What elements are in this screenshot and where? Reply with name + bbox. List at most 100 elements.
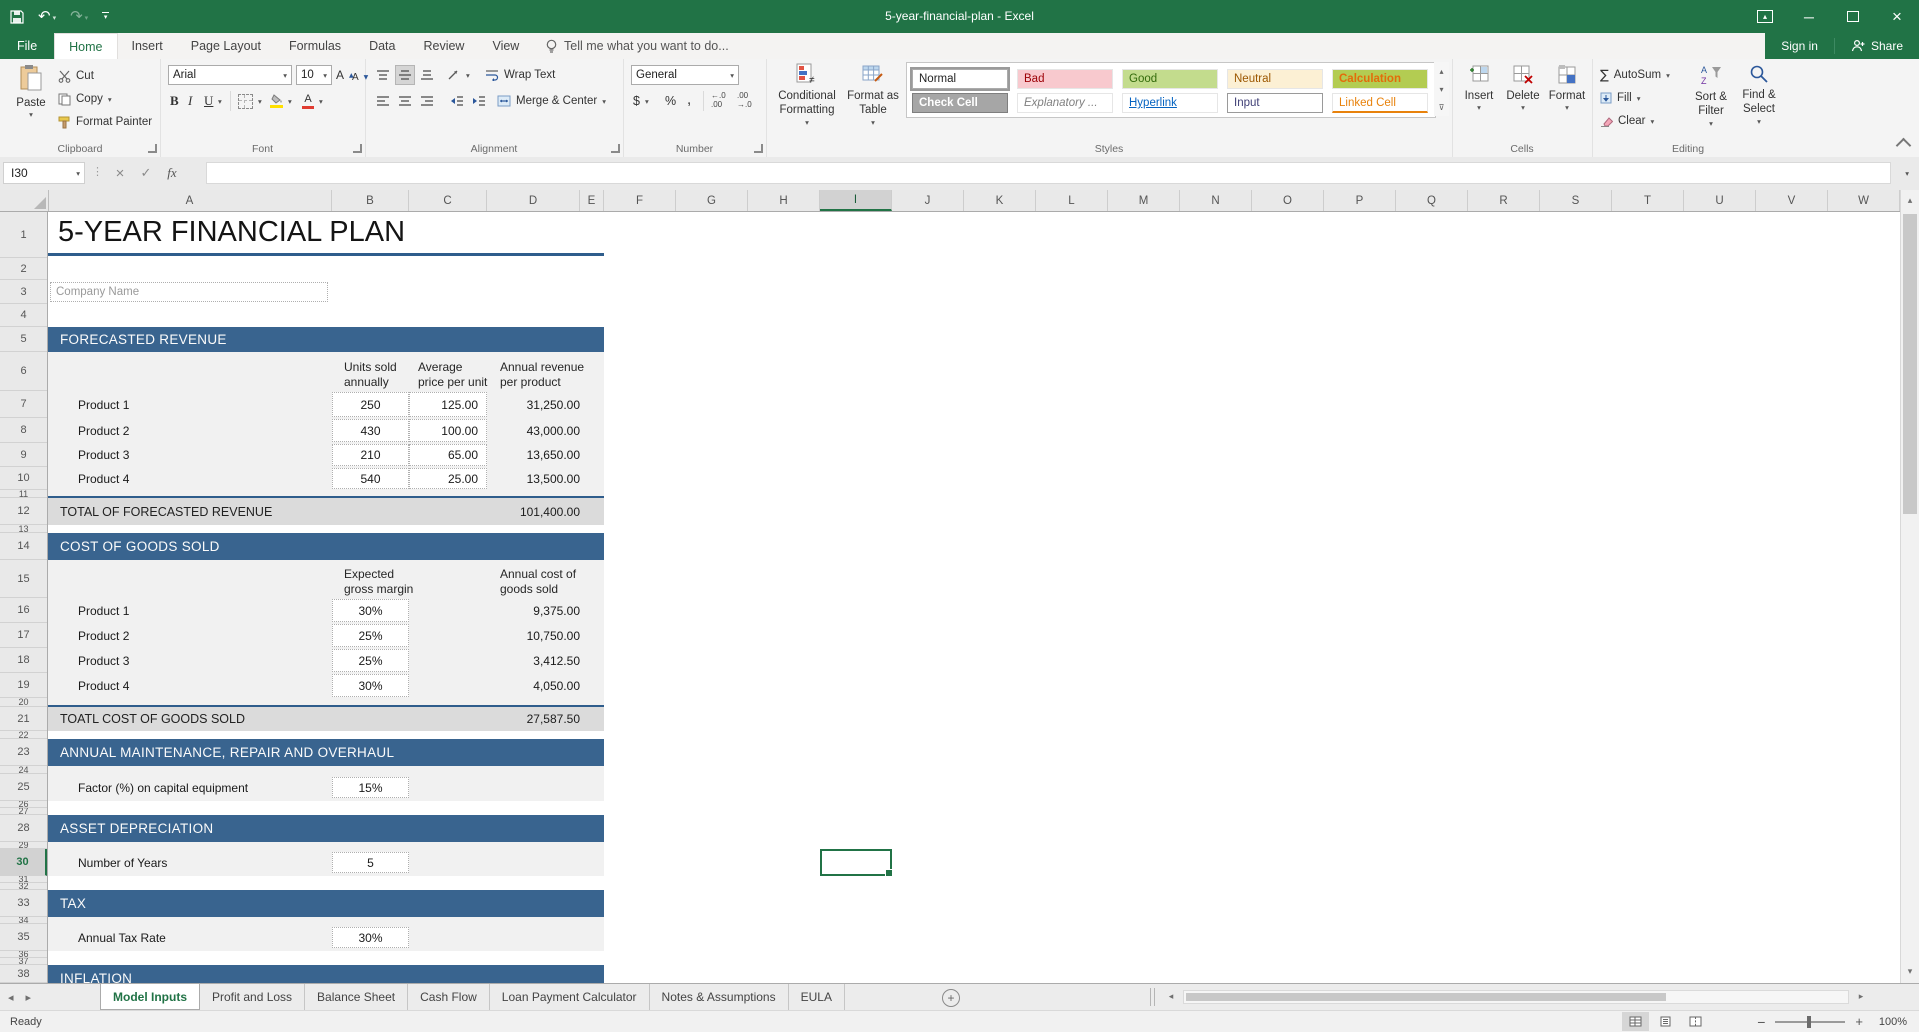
gallery-scroll-down-icon[interactable]: ▾	[1434, 80, 1449, 99]
cell-units-input[interactable]: 430	[332, 419, 409, 442]
minimize-icon[interactable]: ─	[1787, 0, 1831, 33]
row-header-20[interactable]: 20	[0, 698, 47, 707]
column-header-E[interactable]: E	[580, 190, 604, 211]
row-header-38[interactable]: 38	[0, 965, 47, 983]
sheet-tab-profit-and-loss[interactable]: Profit and Loss	[200, 984, 305, 1010]
row-header-31[interactable]: 31	[0, 876, 47, 883]
copy-caret-icon[interactable]: ▾	[108, 95, 112, 104]
view-normal-icon[interactable]	[1622, 1012, 1649, 1031]
column-header-D[interactable]: D	[487, 190, 580, 211]
fill-button[interactable]: Fill▾	[1600, 88, 1640, 108]
row-header-34[interactable]: 34	[0, 917, 47, 924]
cut-button[interactable]: Cut	[58, 66, 94, 86]
insert-function-icon[interactable]: fx	[160, 162, 184, 184]
column-header-A[interactable]: A	[48, 190, 332, 211]
copy-button[interactable]: Copy▾	[58, 89, 112, 109]
tab-formulas[interactable]: Formulas	[275, 33, 355, 59]
style-explanatory-[interactable]: Explanatory ...	[1017, 93, 1113, 113]
delete-cells-button[interactable]: Delete▾	[1502, 65, 1544, 112]
borders-icon[interactable]: ▾	[238, 91, 262, 111]
orientation-icon[interactable]: ▾	[447, 65, 470, 85]
horizontal-scrollbar[interactable]: ◂ ▸	[1163, 984, 1919, 1010]
zoom-slider-handle[interactable]	[1807, 1016, 1811, 1028]
sort-filter-button[interactable]: AZ Sort & Filter▾	[1688, 64, 1734, 128]
close-icon[interactable]: ×	[1875, 0, 1919, 33]
font-color-caret-icon[interactable]: ▾	[319, 97, 323, 106]
tab-review[interactable]: Review	[409, 33, 478, 59]
grow-font-icon[interactable]: A▲	[336, 65, 354, 85]
sort-caret-icon[interactable]: ▾	[1709, 119, 1713, 128]
align-center-icon[interactable]	[395, 91, 415, 111]
clipboard-dialog-launcher-icon[interactable]	[148, 144, 157, 153]
merge-caret-icon[interactable]: ▾	[602, 97, 606, 106]
gallery-scroll-up-icon[interactable]: ▴	[1434, 62, 1449, 81]
tab-file[interactable]: File	[0, 33, 54, 59]
hscroll-right-icon[interactable]: ▸	[1853, 990, 1869, 1004]
row-header-10[interactable]: 10	[0, 467, 47, 490]
ribbon-display-options-icon[interactable]: ▴	[1743, 0, 1787, 33]
find-caret-icon[interactable]: ▾	[1757, 117, 1761, 126]
style-bad[interactable]: Bad	[1017, 69, 1113, 89]
underline-caret-icon[interactable]: ▾	[218, 97, 222, 106]
tab-home[interactable]: Home	[54, 33, 117, 59]
row-header-5[interactable]: 5	[0, 327, 47, 352]
sheet-nav-left-icon[interactable]: ◂	[8, 991, 14, 1004]
row-header-1[interactable]: 1	[0, 212, 47, 258]
style-linked-cell[interactable]: Linked Cell	[1332, 93, 1428, 113]
cell-margin-input[interactable]: 25%	[332, 624, 409, 647]
column-header-F[interactable]: F	[604, 190, 676, 211]
row-header-25[interactable]: 25	[0, 774, 47, 801]
maintenance-factor-input[interactable]: 15%	[332, 777, 409, 798]
decrease-decimal-icon[interactable]: .00→.0	[737, 91, 752, 111]
row-header-29[interactable]: 29	[0, 842, 47, 849]
format-as-table-button[interactable]: Format as Table▾	[844, 63, 902, 127]
row-header-2[interactable]: 2	[0, 258, 47, 280]
share-button[interactable]: Share	[1835, 33, 1919, 59]
row-header-18[interactable]: 18	[0, 648, 47, 673]
number-format-select[interactable]: General▾	[631, 65, 739, 85]
fill-handle[interactable]	[885, 869, 893, 877]
style-check-cell[interactable]: Check Cell	[912, 93, 1008, 113]
row-header-33[interactable]: 33	[0, 890, 47, 917]
row-header-14[interactable]: 14	[0, 533, 47, 560]
row-header-11[interactable]: 11	[0, 490, 47, 498]
row-header-16[interactable]: 16	[0, 598, 47, 623]
paste-caret-icon[interactable]: ▾	[29, 110, 33, 119]
style-hyperlink[interactable]: Hyperlink	[1122, 93, 1218, 113]
row-header-28[interactable]: 28	[0, 815, 47, 842]
font-dialog-launcher-icon[interactable]	[353, 144, 362, 153]
zoom-in-icon[interactable]: +	[1855, 1014, 1863, 1029]
zoom-out-icon[interactable]: −	[1757, 1014, 1765, 1030]
underline-button[interactable]: U	[204, 91, 213, 111]
bold-button[interactable]: B	[170, 91, 179, 111]
row-header-22[interactable]: 22	[0, 731, 47, 739]
row-header-23[interactable]: 23	[0, 739, 47, 766]
company-name-input[interactable]: Company Name	[50, 282, 328, 302]
orientation-caret-icon[interactable]: ▾	[466, 71, 470, 80]
enter-icon[interactable]: ✓	[134, 162, 158, 184]
collapse-ribbon-icon[interactable]	[1896, 138, 1912, 154]
percent-style-icon[interactable]: %	[665, 91, 676, 111]
row-header-27[interactable]: 27	[0, 808, 47, 815]
column-header-H[interactable]: H	[748, 190, 820, 211]
paste-button[interactable]: Paste ▾	[8, 64, 54, 119]
format-painter-button[interactable]: Format Painter	[58, 112, 152, 132]
find-select-button[interactable]: Find & Select▾	[1736, 64, 1782, 126]
column-header-L[interactable]: L	[1036, 190, 1108, 211]
style-good[interactable]: Good	[1122, 69, 1218, 89]
depreciation-years-input[interactable]: 5	[332, 852, 409, 873]
sheet-tab-eula[interactable]: EULA	[789, 984, 845, 1010]
fat-caret-icon[interactable]: ▾	[871, 118, 875, 127]
tab-view[interactable]: View	[478, 33, 533, 59]
align-top-icon[interactable]	[373, 65, 393, 85]
scroll-down-icon[interactable]: ▾	[1901, 961, 1919, 983]
name-box[interactable]: I30▾	[3, 162, 85, 184]
cell-margin-input[interactable]: 30%	[332, 599, 409, 622]
column-header-Q[interactable]: Q	[1396, 190, 1468, 211]
column-header-R[interactable]: R	[1468, 190, 1540, 211]
vertical-scroll-thumb[interactable]	[1903, 214, 1917, 514]
sheet-tab-loan-payment-calculator[interactable]: Loan Payment Calculator	[490, 984, 650, 1010]
tab-data[interactable]: Data	[355, 33, 409, 59]
row-header-36[interactable]: 36	[0, 951, 47, 958]
cell-units-input[interactable]: 250	[332, 392, 409, 417]
